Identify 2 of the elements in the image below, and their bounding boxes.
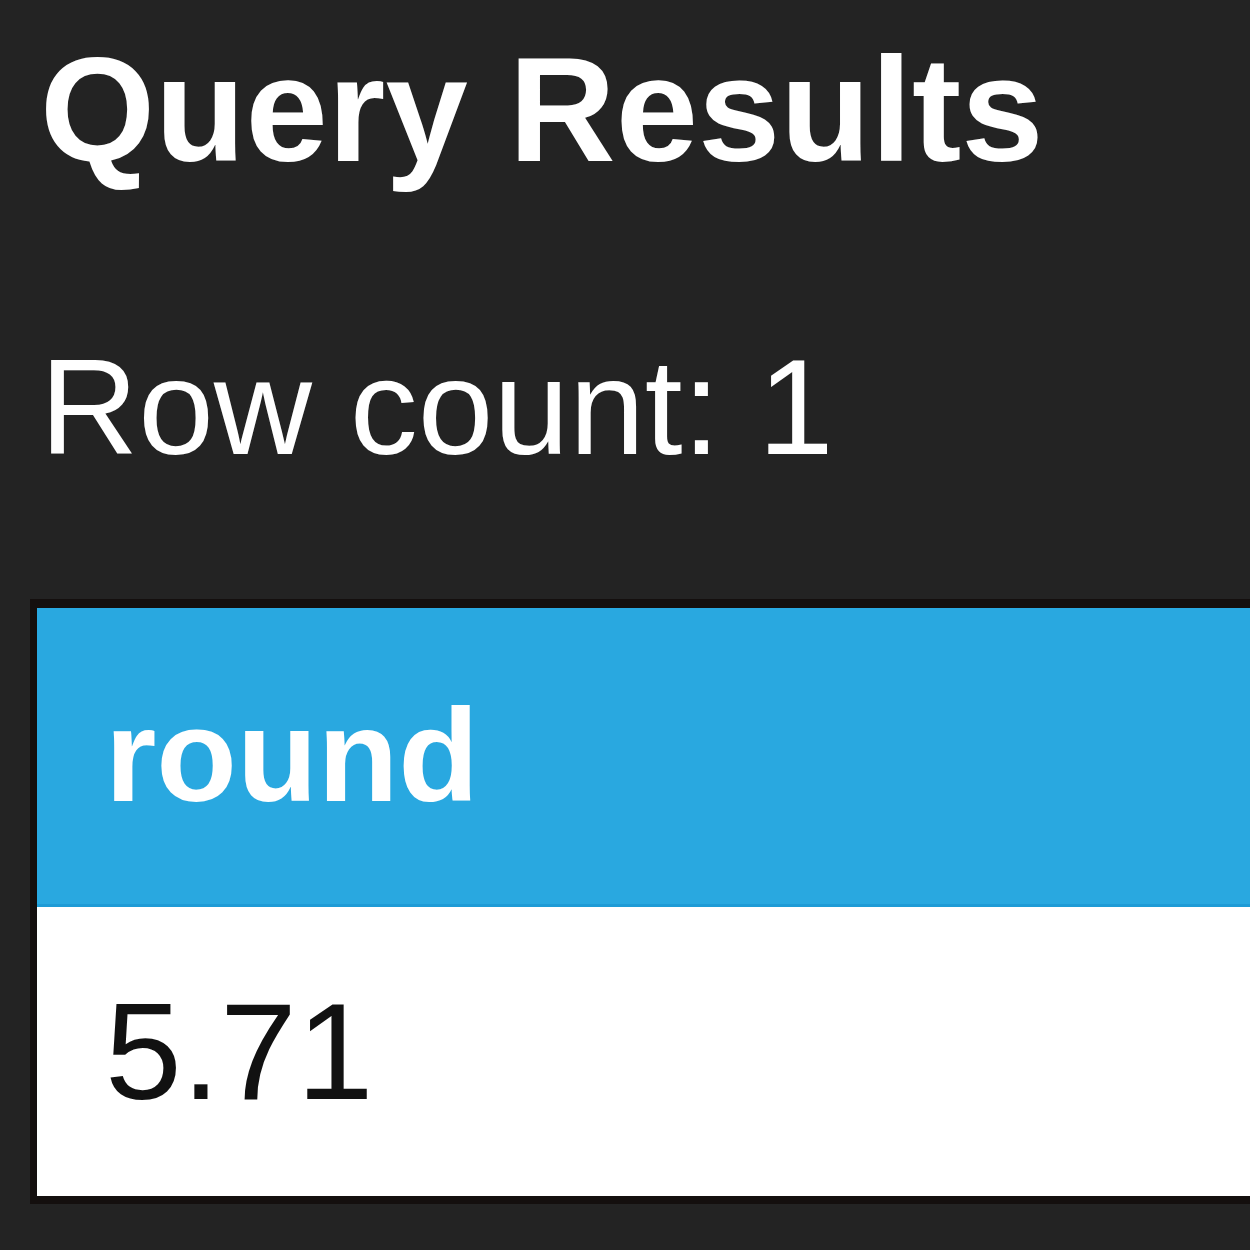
row-count: Row count: 1: [40, 329, 834, 485]
page-title: Query Results: [40, 26, 1044, 194]
